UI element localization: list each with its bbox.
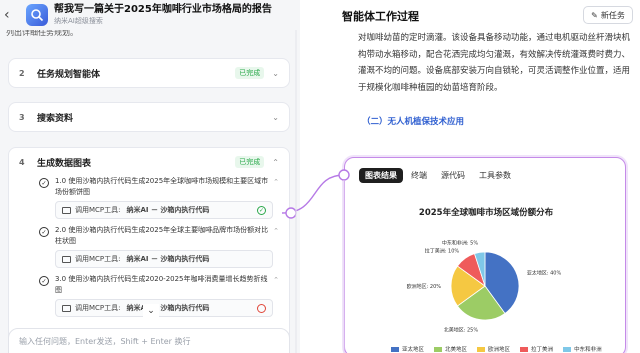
right-panel: 智能体工作过程 ✎ 新任务 对咖啡幼苗的定时滴灌。该设备具备移动功能，通过电机驱… [300, 0, 640, 353]
check-circle-icon: ✓ [39, 227, 49, 237]
legend-label: 中东和非洲 [574, 347, 602, 353]
tool-prefix: 调用MCP工具: [75, 255, 121, 263]
pie-slice-label: 北美地区: 25% [444, 326, 479, 333]
status-badge: 已完成 [235, 67, 265, 79]
check-circle-icon: ✓ [39, 276, 49, 286]
list-item[interactable]: ✓ 1.0 使用沙箱内执行代码生成2025年全球咖啡市场规模和主要区域市场份额饼… [9, 176, 289, 198]
pie-slice-label: 欧洲地区: 20% [407, 283, 442, 290]
legend-swatch [391, 346, 399, 352]
edit-icon: ✎ [591, 10, 598, 20]
chevron-down-icon[interactable]: ⌄ [272, 113, 279, 122]
legend-item: 拉丁美洲 [520, 345, 553, 353]
tool-name: 纳米AI － 沙箱内执行代码 [126, 206, 210, 214]
legend-swatch [563, 346, 572, 352]
report-paragraph: 对咖啡幼苗的定时滴灌。该设备具备移动功能，通过电机驱动丝杆滑块机构带动水箱移动，… [358, 33, 631, 93]
terminal-icon [62, 304, 71, 312]
step-title: 搜索资料 [37, 113, 74, 124]
tool-result-card: 图表结果 终端 源代码 工具参数 2025年全球咖啡市场区域份额分布 亚太地区:… [344, 157, 626, 353]
tool-prefix: 调用MCP工具: [75, 206, 121, 214]
chevron-up-icon[interactable]: ⌃ [272, 158, 279, 167]
chevron-up-icon[interactable]: ⌃ [273, 227, 279, 247]
legend-swatch [477, 346, 486, 352]
tool-name: 纳米AI － 沙箱内执行代码 [126, 304, 210, 312]
tool-call-box[interactable]: 调用MCP工具: 纳米AI － 沙箱内执行代码 [55, 299, 273, 317]
step-number: 2 [19, 68, 25, 78]
input-placeholder: 输入任何问题，Enter发送，Shift + Enter 换行 [19, 336, 191, 346]
section-heading: （二）无人机植保技术应用 [362, 117, 465, 127]
tool-call-box[interactable]: 调用MCP工具: 纳米AI － 沙箱内执行代码 [55, 250, 273, 268]
terminal-icon [62, 206, 71, 214]
step-number: 3 [19, 112, 25, 122]
legend-item: 欧洲地区 [477, 345, 510, 353]
error-icon [257, 303, 266, 313]
terminal-icon [62, 255, 71, 263]
tool-call-box[interactable]: 调用MCP工具: 纳米AI － 沙箱内执行代码 ✓ [55, 201, 273, 219]
legend-item: 中东和非洲 [563, 345, 602, 353]
step-title: 任务规划智能体 [37, 69, 101, 80]
status-badge: 已完成 [235, 156, 265, 168]
chat-input[interactable]: 输入任何问题，Enter发送，Shift + Enter 换行 [8, 328, 290, 353]
left-panel: ‹ 帮我写一篇关于2025年咖啡行业市场格局的报告 纳米AI超级搜索 列出详细任… [0, 0, 300, 353]
pie-slice-label: 拉丁美洲: 10% [425, 247, 460, 254]
new-task-label: 新任务 [600, 10, 625, 20]
tool-prefix: 调用MCP工具: [75, 304, 121, 312]
success-icon: ✓ [257, 205, 266, 215]
list-item[interactable]: ✓ 2.0 使用沙箱内执行代码生成2025年全球主要咖啡品牌市场份额对比柱状图 … [9, 225, 289, 247]
legend-label: 拉丁美洲 [531, 347, 554, 353]
panel-title: 智能体工作过程 [342, 10, 419, 23]
chevron-left-icon[interactable]: ‹ [4, 7, 18, 23]
pie-slice-label: 亚太地区: 40% [527, 269, 562, 276]
legend-label: 北美地区 [445, 347, 468, 353]
scroll-down-icon[interactable]: ⌄ [143, 304, 159, 318]
legend-item: 北美地区 [434, 345, 467, 353]
sub-task-text: 3.0 使用沙箱内执行代码生成2020-2025年咖啡消费量增长趋势折线图 [55, 275, 268, 294]
step-title: 生成数据图表 [37, 158, 92, 169]
check-circle-icon: ✓ [39, 178, 49, 188]
chat-header: ‹ 帮我写一篇关于2025年咖啡行业市场格局的报告 纳米AI超级搜索 [0, 0, 300, 30]
sub-task-text: 1.0 使用沙箱内执行代码生成2025年全球咖啡市场规模和主要区域市场份额饼图 [55, 177, 269, 196]
legend-label: 亚太地区 [402, 347, 425, 353]
step-card-3[interactable]: 3 搜索资料 ⌄ [8, 102, 290, 132]
pie-slice-label: 中东和非洲: 5% [442, 240, 478, 247]
legend-label: 欧洲地区 [488, 347, 511, 353]
chat-title: 帮我写一篇关于2025年咖啡行业市场格局的报告 [54, 4, 272, 15]
legend-swatch [434, 346, 443, 352]
step-number: 4 [19, 157, 25, 167]
chevron-up-icon[interactable]: ⌃ [273, 276, 279, 296]
legend-item: 亚太地区 [391, 345, 424, 353]
avatar [26, 4, 48, 26]
pie-chart: 亚太地区: 40% 北美地区: 25% 欧洲地区: 20% 拉丁美洲: 10%中东和非… [407, 240, 562, 334]
search-icon [31, 9, 44, 22]
sub-task-text: 2.0 使用沙箱内执行代码生成2025年全球主要咖啡品牌市场份额对比柱状图 [55, 226, 269, 245]
tool-name: 纳米AI － 沙箱内执行代码 [126, 255, 210, 263]
step-card-2[interactable]: 2 任务规划智能体 已完成 ⌄ [8, 58, 290, 88]
chart-legend: 亚太地区 北美地区 欧洲地区 拉丁美洲 中东和非洲 [391, 345, 612, 353]
new-task-button[interactable]: ✎ 新任务 [583, 6, 633, 24]
chat-subtitle: 纳米AI超级搜索 [54, 17, 103, 25]
chevron-up-icon[interactable]: ⌃ [273, 178, 279, 198]
legend-swatch [520, 346, 529, 352]
chevron-down-icon[interactable]: ⌄ [272, 69, 279, 78]
list-item[interactable]: ✓ 3.0 使用沙箱内执行代码生成2020-2025年咖啡消费量增长趋势折线图 … [9, 274, 289, 296]
